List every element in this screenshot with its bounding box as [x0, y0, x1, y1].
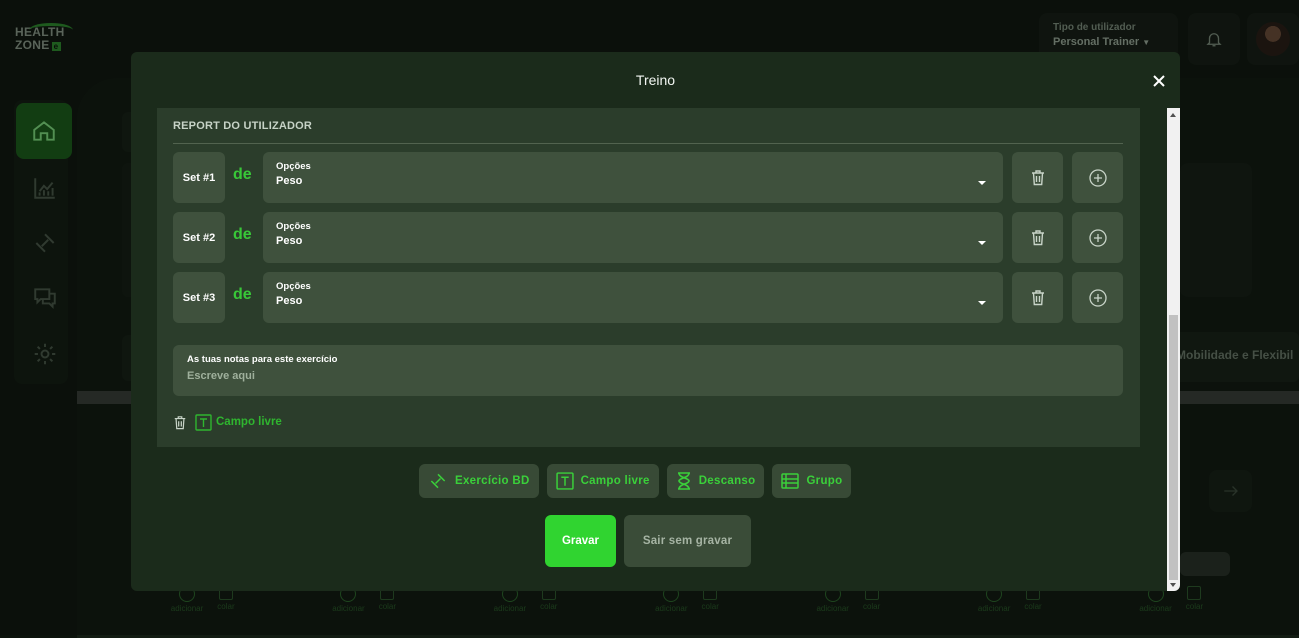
close-button[interactable] — [1150, 72, 1168, 90]
set-label: Set #1 — [173, 152, 225, 203]
scroll-thumb[interactable] — [1169, 315, 1178, 580]
options-select[interactable]: Opções Peso — [263, 212, 1003, 263]
options-value: Peso — [276, 175, 303, 187]
text-field-icon — [555, 472, 574, 490]
plus-circle-icon — [1088, 228, 1107, 247]
add-toolbar: Exercício BD Campo livre Descanso Grupo — [419, 464, 852, 498]
set-label: Set #2 — [173, 212, 225, 263]
free-field-label: Campo livre — [216, 416, 282, 428]
add-set-button[interactable] — [1072, 272, 1123, 323]
scroll-down-icon[interactable] — [1170, 583, 1176, 587]
trash-icon — [174, 415, 186, 429]
set-row: Set #3 de Opções Peso — [173, 272, 1123, 323]
free-field-link[interactable]: Campo livre — [195, 413, 282, 431]
notes-field[interactable]: As tuas notas para este exercício — [173, 345, 1123, 396]
hourglass-icon — [677, 472, 690, 490]
add-exercise-db-button[interactable]: Exercício BD — [419, 464, 539, 498]
trash-icon — [1031, 230, 1044, 246]
de-label: de — [233, 166, 252, 183]
section-heading: REPORT DO UTILIZADOR — [173, 120, 313, 132]
add-button-label: Campo livre — [580, 475, 650, 487]
add-group-button[interactable]: Grupo — [772, 464, 852, 498]
divider — [173, 143, 1123, 144]
add-free-field-button[interactable]: Campo livre — [546, 464, 659, 498]
options-select[interactable]: Opções Peso — [263, 272, 1003, 323]
plus-circle-icon — [1088, 288, 1107, 307]
trash-icon — [1031, 170, 1044, 186]
save-button[interactable]: Gravar — [545, 515, 616, 567]
options-label: Opções — [276, 221, 311, 232]
group-list-icon — [781, 473, 800, 489]
options-select[interactable]: Opções Peso — [263, 152, 1003, 203]
free-field-row: Campo livre — [173, 412, 282, 432]
modal-title: Treino — [635, 72, 676, 88]
add-set-button[interactable] — [1072, 212, 1123, 263]
report-section: REPORT DO UTILIZADOR Set #1 de Opções Pe… — [157, 108, 1140, 447]
trash-icon — [1031, 290, 1044, 306]
caret-down-icon — [978, 301, 986, 305]
add-button-label: Descanso — [698, 475, 756, 487]
options-value: Peso — [276, 295, 303, 307]
options-label: Opções — [276, 161, 311, 172]
add-rest-button[interactable]: Descanso — [666, 464, 765, 498]
modal-scrollbar[interactable] — [1167, 108, 1180, 591]
close-icon — [1153, 75, 1165, 87]
notes-input[interactable] — [187, 370, 1087, 382]
caret-down-icon — [978, 241, 986, 245]
set-label: Set #3 — [173, 272, 225, 323]
de-label: de — [233, 286, 252, 303]
de-label: de — [233, 226, 252, 243]
caret-down-icon — [978, 181, 986, 185]
delete-set-button[interactable] — [1012, 152, 1063, 203]
notes-label: As tuas notas para este exercício — [187, 354, 338, 365]
add-set-button[interactable] — [1072, 152, 1123, 203]
set-row: Set #1 de Opções Peso — [173, 152, 1123, 203]
dumbbell-icon — [430, 473, 446, 489]
options-label: Opções — [276, 281, 311, 292]
exit-without-saving-button[interactable]: Sair sem gravar — [624, 515, 751, 567]
delete-free-field-button[interactable] — [173, 414, 187, 431]
workout-modal: Treino REPORT DO UTILIZADOR Set #1 de Op… — [131, 52, 1180, 591]
delete-set-button[interactable] — [1012, 212, 1063, 263]
plus-circle-icon — [1088, 168, 1107, 187]
set-row: Set #2 de Opções Peso — [173, 212, 1123, 263]
add-button-label: Grupo — [806, 475, 843, 487]
scroll-up-icon[interactable] — [1170, 113, 1176, 117]
options-value: Peso — [276, 235, 303, 247]
delete-set-button[interactable] — [1012, 272, 1063, 323]
add-button-label: Exercício BD — [455, 475, 530, 487]
text-field-icon — [195, 413, 212, 431]
